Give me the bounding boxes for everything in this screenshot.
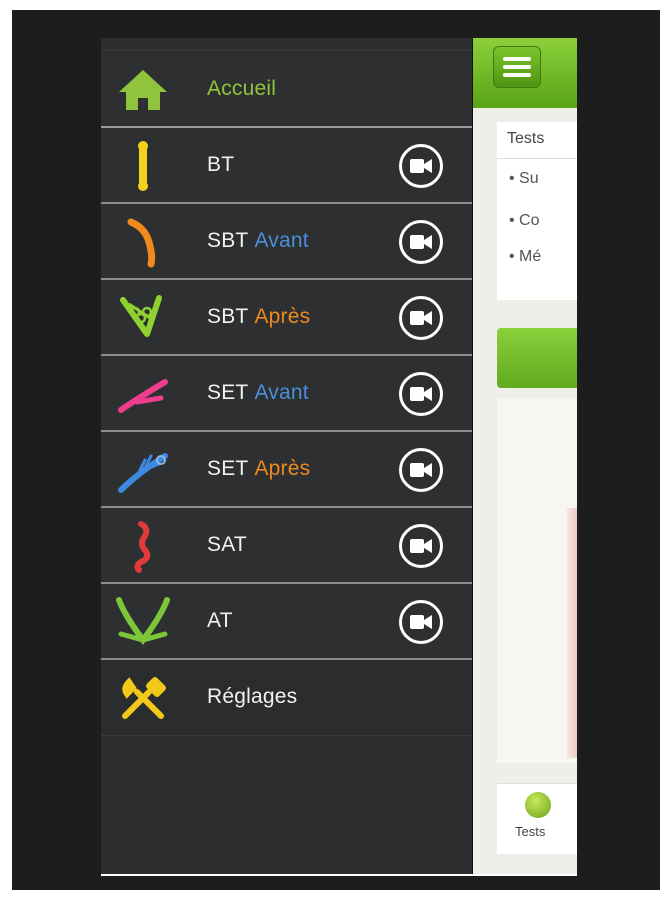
side-drawer: Accueil BT SBT Avant SBT Après SET Avant… <box>101 38 473 874</box>
green-action-button[interactable] <box>497 328 577 388</box>
video-button[interactable] <box>399 220 443 264</box>
set-apres-icon <box>118 453 168 493</box>
tests-tab-icon[interactable] <box>525 792 551 818</box>
menu-item-label: SBT Avant <box>207 229 309 252</box>
card-bullet: • Mé <box>509 248 542 265</box>
video-camera-icon <box>410 615 432 629</box>
card-bullet: • Su <box>509 170 539 187</box>
menu-item-sat[interactable]: SAT <box>101 508 472 584</box>
menu-item-label: Réglages <box>207 685 298 708</box>
tests-card: Tests • Su • Co • Mé <box>497 122 577 300</box>
video-camera-icon <box>410 311 432 325</box>
video-button[interactable] <box>399 372 443 416</box>
screen-bottom-edge <box>101 874 577 876</box>
card-divider <box>497 158 577 159</box>
tools-icon <box>122 677 166 719</box>
menu-item-sbt-avant[interactable]: SBT Avant <box>101 204 472 280</box>
sbt-apres-icon <box>120 295 162 337</box>
sat-curve-icon <box>134 521 151 573</box>
video-camera-icon <box>410 387 432 401</box>
content-image <box>497 398 577 763</box>
main-content: Tests • Su • Co • Mé Tests <box>473 38 577 874</box>
menu-item-set-avant[interactable]: SET Avant <box>101 356 472 432</box>
video-camera-icon <box>410 463 432 477</box>
sbt-avant-icon <box>127 218 156 268</box>
top-bar <box>473 38 577 108</box>
video-camera-icon <box>410 159 432 173</box>
menu-item-label: BT <box>207 153 235 176</box>
menu-toggle-button[interactable] <box>493 46 541 88</box>
card-bullet: • Co <box>509 212 540 229</box>
video-button[interactable] <box>399 296 443 340</box>
menu-item-reglages[interactable]: Réglages <box>101 660 472 736</box>
card-title: Tests <box>507 130 545 147</box>
bt-pin-icon <box>138 141 148 191</box>
video-button[interactable] <box>399 524 443 568</box>
at-v-icon <box>116 597 170 646</box>
home-icon <box>119 70 167 110</box>
menu-item-sbt-apres[interactable]: SBT Après <box>101 280 472 356</box>
tab-tests-label[interactable]: Tests <box>515 824 545 839</box>
menu-item-label: SET Après <box>207 457 311 480</box>
video-camera-icon <box>410 539 432 553</box>
menu-item-set-apres[interactable]: SET Après <box>101 432 472 508</box>
hamburger-icon <box>503 57 531 61</box>
tab-bar: Tests <box>497 783 577 854</box>
menu-item-bt[interactable]: BT <box>101 128 472 204</box>
menu-item-label: SET Avant <box>207 381 309 404</box>
drawer-top-divider <box>101 50 472 51</box>
menu-item-at[interactable]: AT <box>101 584 472 660</box>
menu-item-label: AT <box>207 609 233 632</box>
menu-item-label: Accueil <box>207 77 277 100</box>
video-button[interactable] <box>399 448 443 492</box>
menu-item-accueil[interactable]: Accueil <box>101 52 472 128</box>
video-camera-icon <box>410 235 432 249</box>
set-avant-icon <box>118 379 168 413</box>
video-button[interactable] <box>399 600 443 644</box>
video-button[interactable] <box>399 144 443 188</box>
app-screen: Accueil BT SBT Avant SBT Après SET Avant… <box>101 38 577 874</box>
menu-item-label: SAT <box>207 533 247 556</box>
menu-item-label: SBT Après <box>207 305 311 328</box>
